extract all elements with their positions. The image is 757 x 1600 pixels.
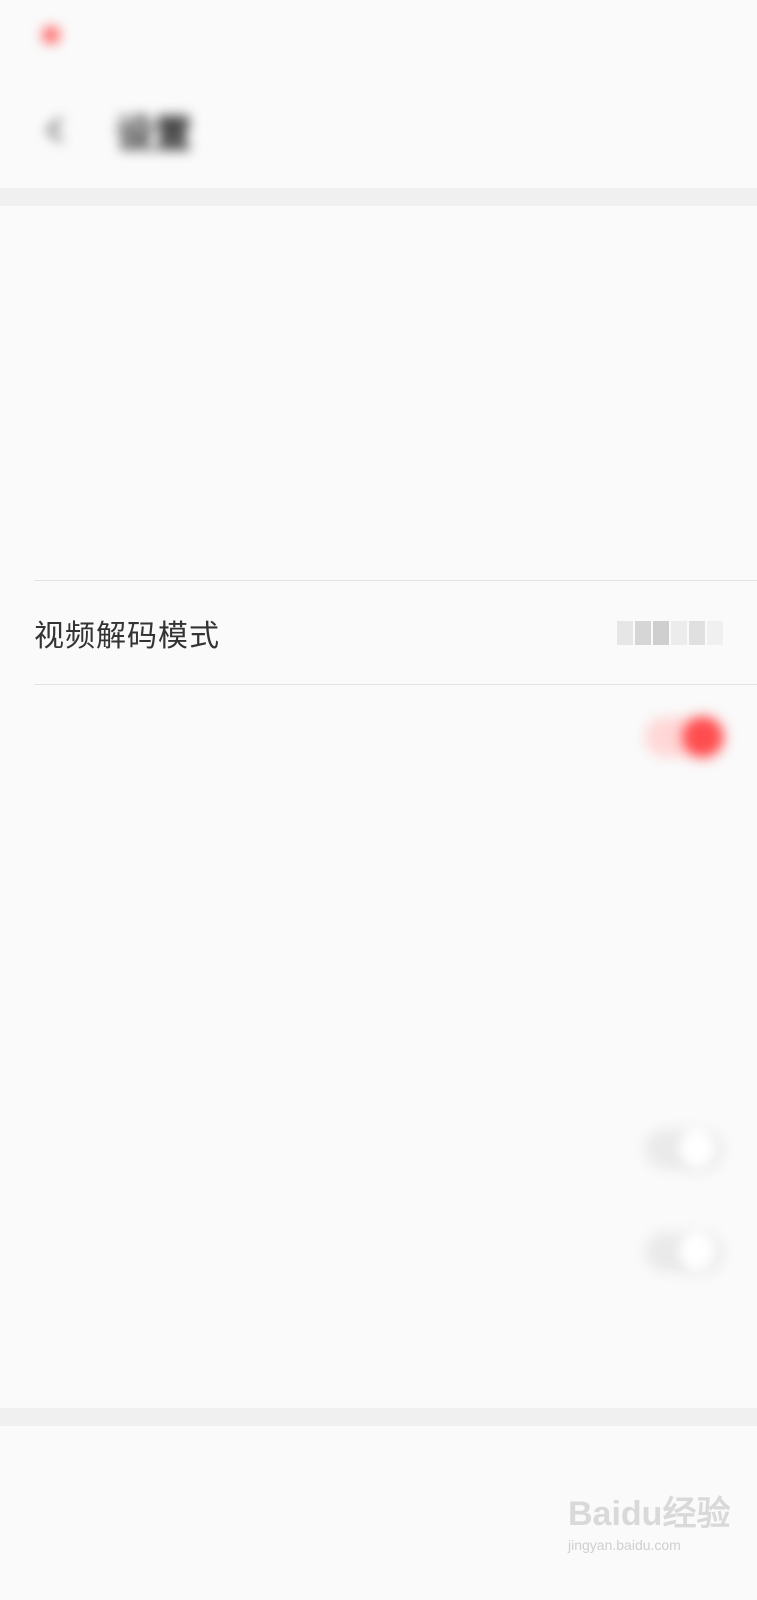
settings-toggle-row[interactable]: [0, 1097, 757, 1201]
notification-dot-icon: [42, 26, 60, 44]
toggle-knob: [677, 1232, 717, 1272]
settings-row[interactable]: [0, 788, 757, 892]
settings-row[interactable]: [0, 270, 757, 374]
settings-row[interactable]: [0, 1303, 757, 1407]
baidu-watermark: Baidu经验 jingyan.baidu.com: [568, 1486, 738, 1566]
settings-row[interactable]: [0, 891, 757, 995]
page-title: 设置: [116, 111, 193, 156]
toggle-switch[interactable]: [645, 1129, 723, 1169]
back-arrow-icon[interactable]: [36, 110, 76, 150]
header: 设置: [0, 80, 757, 180]
video-decode-mode-row[interactable]: 视频解码模式: [0, 581, 757, 685]
toggle-knob: [683, 717, 723, 757]
section-divider: [0, 1408, 757, 1426]
settings-toggle-row[interactable]: [0, 685, 757, 789]
toggle-switch[interactable]: [645, 1232, 723, 1272]
watermark-url: jingyan.baidu.com: [568, 1537, 681, 1553]
toggle-knob: [677, 1129, 717, 1169]
status-left: [36, 26, 60, 44]
settings-row[interactable]: [0, 994, 757, 1098]
settings-row[interactable]: [0, 374, 757, 478]
video-decode-mode-label: 视频解码模式: [34, 619, 220, 654]
status-bar: [0, 0, 757, 70]
toggle-switch[interactable]: [645, 717, 723, 757]
video-decode-mode-value: [617, 621, 723, 645]
settings-row[interactable]: [0, 478, 757, 582]
watermark-logo: Baidu经验: [568, 1495, 731, 1533]
section-divider: [0, 188, 757, 206]
settings-toggle-row[interactable]: [0, 1200, 757, 1304]
